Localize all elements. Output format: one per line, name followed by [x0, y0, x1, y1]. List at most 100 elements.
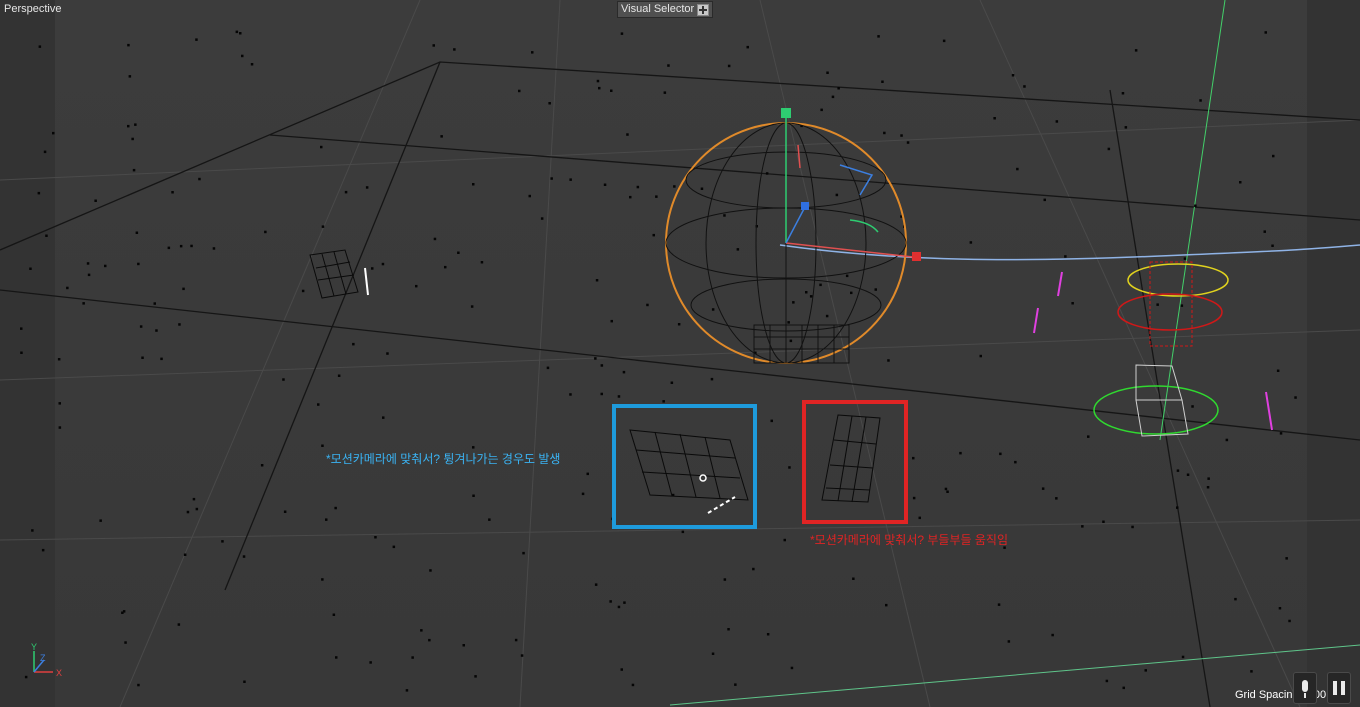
particle-point — [134, 123, 137, 126]
particle-point — [681, 530, 685, 534]
view-name-label[interactable]: Perspective — [4, 3, 61, 15]
particle-point — [183, 553, 187, 556]
particle-point — [883, 131, 886, 135]
particle-point — [198, 177, 201, 181]
particle-point — [620, 668, 623, 671]
particle-point — [1176, 469, 1180, 472]
particle-point — [835, 193, 839, 197]
particle-point — [852, 577, 855, 580]
particle-point — [528, 194, 531, 198]
particle-point — [787, 321, 790, 324]
particle-point — [959, 451, 962, 455]
vertical-guide-line — [1159, 0, 1226, 441]
viewport-scene[interactable] — [0, 0, 1360, 707]
particle-point — [629, 195, 632, 199]
particle-point — [825, 314, 829, 318]
particle-point — [337, 374, 341, 377]
particle-point — [1234, 597, 1237, 601]
particle-point — [1181, 655, 1185, 659]
particle-point — [127, 124, 130, 128]
particle-point — [711, 308, 715, 311]
particle-point — [887, 359, 890, 362]
visual-selector-button[interactable]: Visual Selector — [617, 1, 714, 18]
particle-point — [124, 641, 127, 644]
particle-point — [1278, 607, 1282, 610]
particle-point — [900, 134, 903, 137]
particle-point — [320, 145, 323, 149]
jittering-object[interactable] — [821, 414, 881, 503]
particle-point — [1264, 31, 1267, 34]
particle-point — [906, 141, 910, 144]
wire-box-object[interactable] — [309, 249, 369, 299]
sphere-object[interactable] — [665, 108, 921, 364]
particle-point — [241, 54, 244, 58]
particle-point — [789, 339, 793, 343]
particle-point — [1288, 619, 1291, 623]
particle-point — [369, 661, 372, 664]
axis-label-x: X — [56, 668, 63, 678]
particle-point — [1014, 460, 1017, 464]
particle-point — [41, 548, 45, 552]
particle-point — [670, 381, 674, 384]
pause-button[interactable] — [1327, 672, 1351, 704]
particle-point — [135, 231, 139, 234]
particle-point — [1279, 432, 1283, 435]
particle-point — [45, 234, 48, 237]
particle-point — [344, 190, 348, 194]
particle-point — [746, 45, 749, 49]
particle-point — [82, 302, 85, 305]
particle-point — [195, 38, 198, 41]
particle-point — [260, 464, 264, 467]
particle-point — [837, 87, 840, 90]
floor-grid — [0, 0, 1360, 707]
particle-point — [432, 44, 435, 47]
particle-point — [710, 377, 714, 381]
particle-point — [594, 583, 598, 586]
particle-point — [1055, 497, 1058, 500]
particle-point — [603, 183, 607, 186]
viewport-left-panel — [0, 0, 55, 707]
particle-point — [480, 261, 484, 264]
particle-point — [243, 680, 246, 683]
particle-point — [31, 529, 34, 532]
particle-point — [57, 358, 61, 361]
particle-point — [178, 323, 181, 326]
particle-point — [235, 30, 239, 34]
camera-rig[interactable] — [1033, 261, 1273, 437]
particle-point — [1041, 487, 1045, 490]
bouncing-object[interactable] — [629, 429, 749, 514]
particle-point — [429, 569, 432, 572]
particle-point — [809, 295, 813, 298]
particle-point — [470, 305, 474, 308]
particle-point — [790, 666, 794, 670]
particle-point — [20, 351, 23, 354]
particle-point — [472, 494, 475, 497]
3d-viewport[interactable]: Perspective Visual Selector *모션카메라에 맞춰서?… — [0, 0, 1360, 707]
particle-point — [334, 506, 337, 510]
particle-point — [182, 287, 185, 291]
particle-point — [160, 357, 163, 361]
particle-point — [1087, 435, 1090, 438]
particle-point — [540, 217, 544, 220]
particle-point — [444, 265, 447, 269]
particle-point — [128, 75, 132, 78]
particle-point — [264, 230, 267, 234]
particle-point — [167, 246, 171, 250]
particle-point — [550, 177, 553, 180]
particle-point — [1124, 126, 1128, 129]
particle-point — [792, 301, 795, 304]
particle-point — [677, 323, 681, 326]
particle-point — [1134, 49, 1138, 52]
particle-point — [440, 135, 443, 138]
particle-point — [1183, 257, 1187, 260]
particle-point — [1102, 520, 1105, 523]
particle-point — [673, 185, 676, 188]
particle-point — [212, 247, 216, 250]
particle-point — [788, 466, 791, 469]
particle-point — [514, 638, 518, 642]
particle-point — [999, 452, 1002, 456]
particle-point — [734, 683, 737, 686]
particle-point — [700, 187, 704, 190]
microphone-button[interactable] — [1293, 672, 1317, 704]
particle-point — [192, 497, 196, 501]
